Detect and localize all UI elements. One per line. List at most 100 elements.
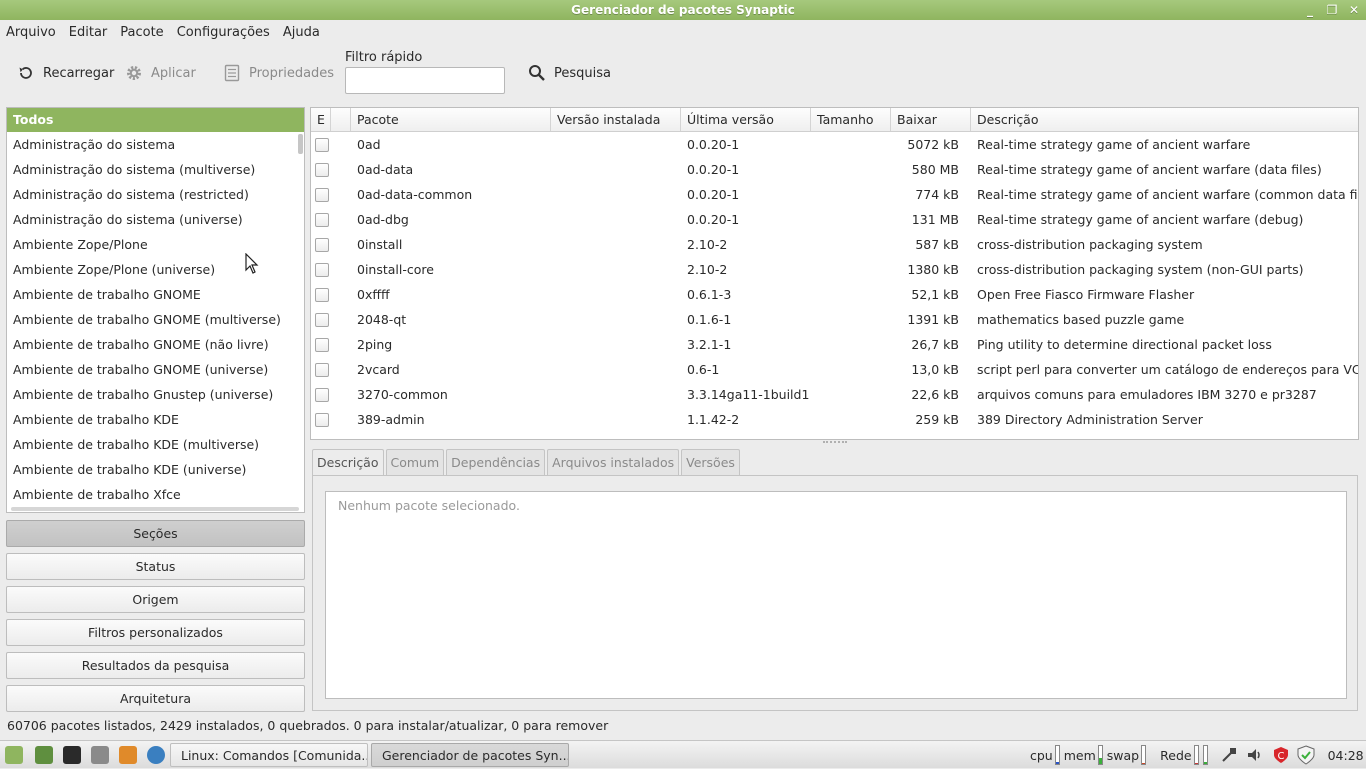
section-item[interactable]: Ambiente de trabalho GNOME (universe)	[7, 357, 304, 382]
task-synaptic[interactable]: Gerenciador de pacotes Syn...	[371, 743, 569, 767]
section-item[interactable]: Ambiente de trabalho KDE (multiverse)	[7, 432, 304, 457]
table-row[interactable]: 2vcard 0.6-1 13,0 kB script perl para conve…	[311, 357, 1358, 382]
col-latest-version[interactable]: Última versão	[681, 108, 811, 131]
package-checkbox[interactable]	[315, 237, 329, 252]
section-list[interactable]: Todos Administração do sistema Administr…	[6, 107, 305, 513]
package-table[interactable]: E Pacote Versão instalada Última versão …	[310, 107, 1359, 440]
table-row[interactable]: 0ad 0.0.20-1 5072 kB Real-time strategy gam…	[311, 132, 1358, 157]
section-item[interactable]: Administração do sistema (universe)	[7, 207, 304, 232]
cell-latest-version: 0.0.20-1	[687, 162, 740, 177]
package-checkbox[interactable]	[315, 162, 329, 177]
table-row[interactable]: 0xffff 0.6.1-3 52,1 kB Open Free Fiasco Fir…	[311, 282, 1358, 307]
minimize-button[interactable]: _	[1302, 2, 1318, 18]
show-desktop-icon[interactable]	[35, 746, 53, 764]
table-row[interactable]: 2048-qt 0.1.6-1 1391 kB mathematics based p…	[311, 307, 1358, 332]
package-checkbox[interactable]	[315, 387, 329, 402]
col-installed-version[interactable]: Versão instalada	[551, 108, 681, 131]
cell-latest-version: 2.10-2	[687, 262, 728, 277]
apply-button[interactable]: Aplicar	[125, 61, 196, 85]
col-description[interactable]: Descrição	[971, 108, 1358, 131]
table-row[interactable]: 2ping 3.2.1-1 26,7 kB Ping utility to deter…	[311, 332, 1358, 357]
section-item[interactable]: Ambiente de trabalho GNOME	[7, 282, 304, 307]
section-item[interactable]: Ambiente Zope/Plone (universe)	[7, 257, 304, 282]
section-list-hscrollbar[interactable]	[11, 507, 299, 511]
package-checkbox[interactable]	[315, 137, 329, 152]
menu-configuracoes[interactable]: Configurações	[177, 25, 270, 40]
package-checkbox[interactable]	[315, 337, 329, 352]
section-item[interactable]: Ambiente Zope/Plone	[7, 232, 304, 257]
table-row[interactable]: 0install 2.10-2 587 kB cross-distribution p…	[311, 232, 1358, 257]
tab-dependencies[interactable]: Dependências	[446, 449, 546, 476]
quick-filter-input[interactable]	[345, 67, 505, 94]
col-package[interactable]: Pacote	[351, 108, 551, 131]
tab-versions[interactable]: Versões	[681, 449, 740, 476]
table-row[interactable]: 389-admin 1.1.42-2 259 kB 389 Directory Adm…	[311, 407, 1358, 432]
section-item[interactable]: Administração do sistema (restricted)	[7, 182, 304, 207]
task-linux-comandos[interactable]: Linux: Comandos [Comunida...	[170, 743, 368, 767]
table-row[interactable]: 0install-core 2.10-2 1380 kB cross-distribu…	[311, 257, 1358, 282]
firefox-icon[interactable]	[119, 746, 137, 764]
section-item[interactable]: Ambiente de trabalho KDE (universe)	[7, 457, 304, 482]
custom-filters-button[interactable]: Filtros personalizados	[6, 619, 305, 646]
menu-ajuda[interactable]: Ajuda	[283, 25, 320, 40]
section-item[interactable]: Ambiente de trabalho KDE	[7, 407, 304, 432]
cell-status	[311, 412, 331, 427]
search-icon	[529, 65, 545, 81]
tab-installed-files[interactable]: Arquivos instalados	[547, 449, 680, 476]
tab-common[interactable]: Comum	[385, 449, 445, 476]
menu-arquivo[interactable]: Arquivo	[6, 25, 56, 40]
section-item[interactable]: Administração do sistema (multiverse)	[7, 157, 304, 182]
origin-button[interactable]: Origem	[6, 586, 305, 613]
table-row[interactable]: 3270-common 3.3.14ga11-1build1 22,6 kB arqu…	[311, 382, 1358, 407]
col-support[interactable]	[331, 108, 351, 131]
maximize-button[interactable]: ❐	[1324, 2, 1340, 18]
table-row[interactable]: 0ad-data 0.0.20-1 580 MB Real-time strategy…	[311, 157, 1358, 182]
cpu-meter[interactable]	[1054, 745, 1060, 765]
search-button[interactable]: Pesquisa	[528, 61, 611, 85]
section-item[interactable]: Ambiente de trabalho GNOME (não livre)	[7, 332, 304, 357]
net-up-meter[interactable]	[1193, 745, 1199, 765]
section-item[interactable]: Ambiente de trabalho GNOME (multiverse)	[7, 307, 304, 332]
package-checkbox[interactable]	[315, 312, 329, 327]
net-down-meter[interactable]	[1202, 745, 1208, 765]
close-button[interactable]: ✕	[1346, 2, 1362, 18]
tab-description[interactable]: Descrição	[312, 449, 384, 476]
package-checkbox[interactable]	[315, 212, 329, 227]
search-results-button[interactable]: Resultados da pesquisa	[6, 652, 305, 679]
package-checkbox[interactable]	[315, 412, 329, 427]
volume-icon[interactable]	[1246, 746, 1264, 764]
file-manager-icon[interactable]	[91, 746, 109, 764]
mem-meter[interactable]	[1097, 745, 1103, 765]
section-item[interactable]: Administração do sistema	[7, 132, 304, 157]
sections-button[interactable]: Seções	[6, 520, 305, 547]
section-header-all[interactable]: Todos	[7, 108, 304, 132]
status-button[interactable]: Status	[6, 553, 305, 580]
pane-splitter[interactable]	[823, 441, 847, 445]
cell-latest-version: 3.3.14ga11-1build1	[687, 387, 810, 402]
architecture-button[interactable]: Arquitetura	[6, 685, 305, 712]
table-row[interactable]: 0ad-data-common 0.0.20-1 774 kB Real-time s…	[311, 182, 1358, 207]
package-checkbox[interactable]	[315, 187, 329, 202]
section-item[interactable]: Ambiente de trabalho Gnustep (universe)	[7, 382, 304, 407]
update-shield-icon[interactable]	[1296, 745, 1316, 765]
package-checkbox[interactable]	[315, 287, 329, 302]
package-checkbox[interactable]	[315, 262, 329, 277]
shield-icon[interactable]: C	[1272, 746, 1290, 764]
browser-icon[interactable]	[147, 746, 165, 764]
clock[interactable]: 04:28	[1328, 748, 1364, 763]
section-list-scrollbar[interactable]	[298, 134, 303, 154]
package-checkbox[interactable]	[315, 362, 329, 377]
section-item[interactable]: Ambiente de trabalho Xfce	[7, 482, 304, 507]
menu-editar[interactable]: Editar	[69, 25, 108, 40]
network-icon[interactable]	[1220, 746, 1238, 764]
reload-button[interactable]: Recarregar	[17, 61, 114, 85]
mint-menu-icon[interactable]	[5, 746, 23, 764]
table-row[interactable]: 0ad-dbg 0.0.20-1 131 MB Real-time strategy …	[311, 207, 1358, 232]
properties-button[interactable]: Propriedades	[223, 61, 334, 85]
col-size[interactable]: Tamanho	[811, 108, 891, 131]
menu-pacote[interactable]: Pacote	[120, 25, 163, 40]
swap-meter[interactable]	[1141, 745, 1147, 765]
col-download[interactable]: Baixar	[891, 108, 971, 131]
terminal-icon[interactable]	[63, 746, 81, 764]
col-status[interactable]: E	[311, 108, 331, 131]
